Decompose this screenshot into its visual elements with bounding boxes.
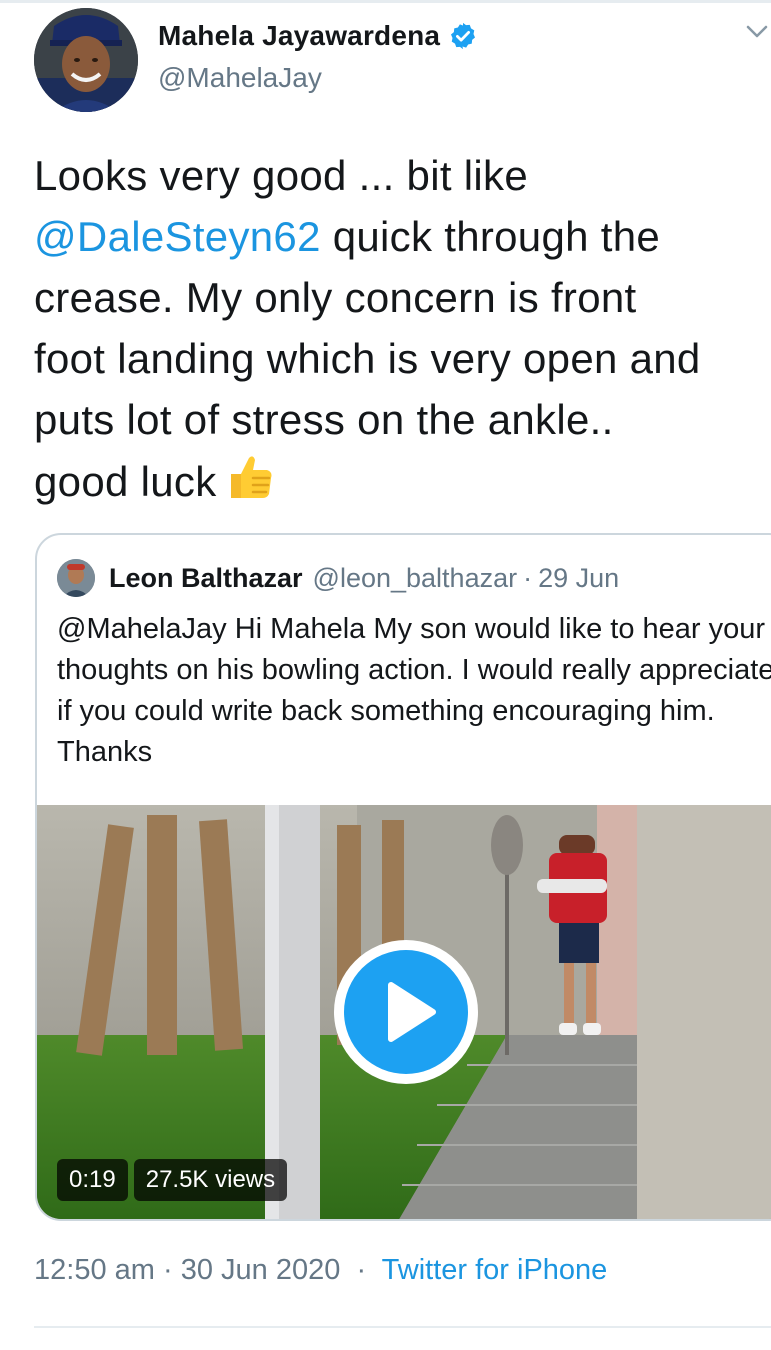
author-name-row: Mahela Jayawardena (158, 20, 478, 52)
bottom-divider (34, 1326, 771, 1328)
tweet-line-text: good luck (34, 458, 217, 505)
quoted-author-handle[interactable]: @leon_balthazar (313, 563, 518, 594)
quoted-author-avatar[interactable] (57, 559, 95, 597)
tweet-text: Looks very good ... bit like @DaleSteyn6… (34, 145, 771, 512)
top-divider (0, 0, 771, 3)
mention-link[interactable]: @DaleSteyn62 (34, 213, 321, 260)
verified-badge-icon (451, 22, 476, 50)
quoted-author-name[interactable]: Leon Balthazar (109, 563, 303, 594)
video-views-badge: 27.5K views (133, 1159, 288, 1201)
separator-dot: · (523, 562, 533, 593)
separator-dot: · (356, 1254, 367, 1286)
tweet-source-link[interactable]: Twitter for iPhone (382, 1254, 608, 1286)
video-duration-badge: 0:19 (57, 1159, 128, 1201)
author-handle[interactable]: @MahelaJay (158, 62, 322, 94)
quoted-tweet[interactable]: Leon Balthazar @leon_balthazar · 29 Jun … (35, 533, 771, 1221)
video-badges: 0:19 27.5K views (57, 1159, 293, 1201)
quoted-tweet-text: @MahelaJay Hi Mahela My son would like t… (57, 613, 771, 768)
video-player[interactable]: 0:19 27.5K views (37, 805, 771, 1219)
tweet-line: good luck (34, 450, 771, 512)
quoted-date[interactable]: 29 Jun (538, 563, 619, 594)
thumbs-up-emoji-icon (230, 456, 271, 498)
tweet-line: foot landing which is very open and (34, 335, 701, 382)
tweet-line: @DaleSteyn62 quick through the (34, 206, 771, 267)
quoted-avatar-image (57, 559, 95, 597)
tweet-line: Looks very good ... bit like (34, 152, 528, 199)
tweet-date[interactable]: 30 Jun 2020 (181, 1254, 341, 1286)
quoted-tweet-header: Leon Balthazar @leon_balthazar · 29 Jun (57, 559, 619, 597)
chevron-down-icon[interactable] (746, 24, 768, 40)
tweet-line: puts lot of stress on the ankle.. (34, 396, 614, 443)
tweet-metadata: 12:50 am · 30 Jun 2020 · Twitter for iPh… (34, 1254, 607, 1287)
tweet-time[interactable]: 12:50 am (34, 1254, 155, 1286)
separator-dot: · (162, 1254, 173, 1286)
tweet-line: crease. My only concern is front (34, 274, 637, 321)
play-button-icon[interactable] (331, 937, 481, 1087)
avatar-image (34, 8, 138, 112)
author-avatar[interactable] (34, 8, 138, 112)
tweet-line-text: quick through the (332, 213, 661, 260)
author-name[interactable]: Mahela Jayawardena (158, 20, 440, 52)
